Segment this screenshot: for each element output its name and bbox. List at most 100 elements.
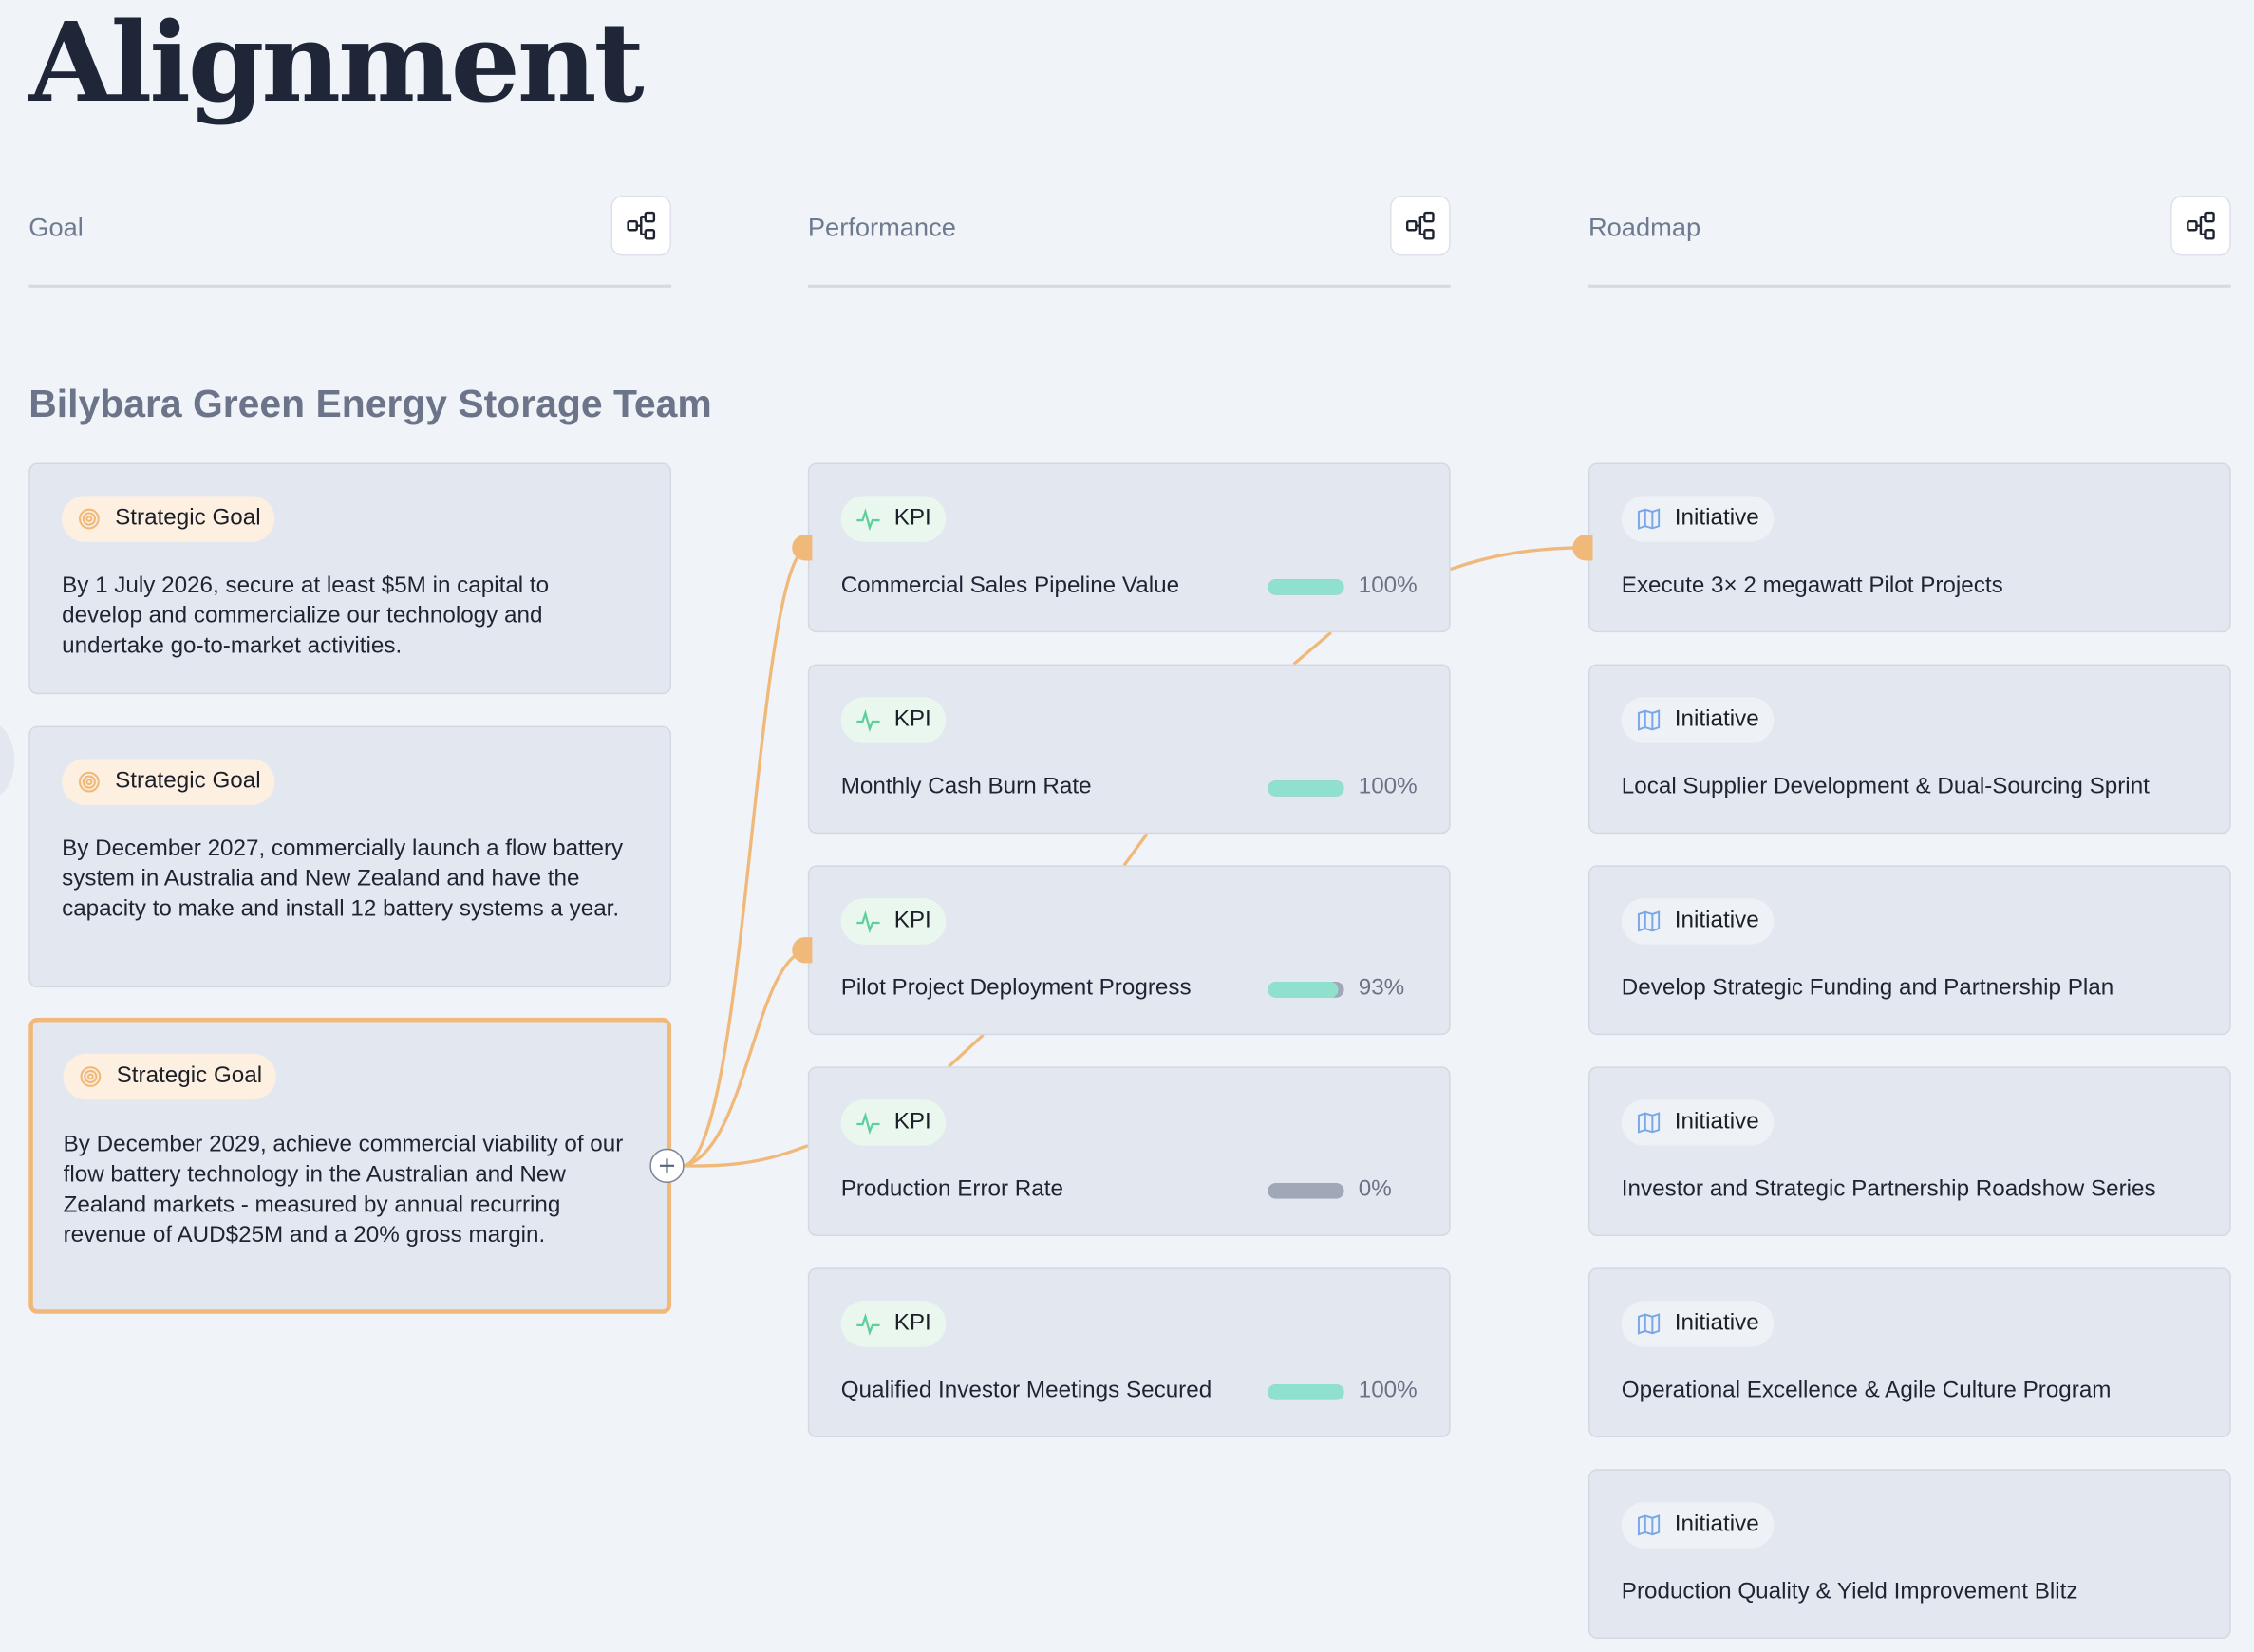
kpi-tag-label: KPI: [893, 908, 931, 933]
initiative-card[interactable]: Initiative Operational Excellence & Agil…: [1587, 1267, 2231, 1437]
map-icon: [1636, 1512, 1662, 1538]
connector-segment: [1122, 833, 1149, 867]
kpi-tag-label: KPI: [893, 505, 931, 531]
progress-bar: [1268, 579, 1344, 595]
column-header-performance: Performance: [807, 195, 1451, 288]
kpi-tag: KPI: [840, 697, 946, 743]
column-header-goal: Goal: [28, 195, 672, 288]
map-icon: [1636, 707, 1662, 733]
target-icon: [76, 506, 102, 532]
hierarchy-button-roadmap[interactable]: [2170, 195, 2231, 256]
target-icon: [78, 1063, 103, 1089]
connector-kpi1-init1: [1450, 546, 1588, 572]
pulse-icon: [855, 506, 881, 532]
column-header-roadmap: Roadmap: [1587, 195, 2231, 288]
kpi-tag: KPI: [840, 898, 946, 945]
kpi-title: Monthly Cash Burn Rate: [840, 775, 1092, 799]
column-label: Roadmap: [1587, 213, 1701, 242]
hierarchy-icon: [1405, 211, 1435, 240]
initiative-tag-label: Initiative: [1674, 505, 1759, 531]
initiative-tag-label: Initiative: [1674, 908, 1759, 933]
connector-dot: [1572, 535, 1593, 561]
connector-segment: [948, 1033, 985, 1068]
target-icon: [76, 769, 102, 795]
kpi-tag-label: KPI: [893, 706, 931, 732]
collapse-handle[interactable]: [0, 723, 15, 798]
progress-bar: [1268, 780, 1344, 797]
goal-card[interactable]: Strategic Goal By 1 July 2026, secure at…: [28, 462, 672, 695]
progress-percent: 100%: [1358, 1378, 1418, 1403]
kpi-title: Production Error Rate: [840, 1176, 1063, 1202]
map-icon: [1636, 1311, 1662, 1337]
hierarchy-button-goal[interactable]: [610, 195, 672, 256]
progress-fill: [1268, 780, 1344, 797]
pulse-icon: [855, 1110, 881, 1136]
initiative-title: Local Supplier Development & Dual-Sourci…: [1621, 775, 2150, 799]
kpi-card[interactable]: KPI Production Error Rate 0%: [807, 1066, 1451, 1237]
plus-icon: [659, 1158, 675, 1173]
column-label: Goal: [28, 213, 84, 242]
goal-tag-label: Strategic Goal: [116, 1063, 263, 1089]
pulse-icon: [855, 707, 881, 733]
initiative-card[interactable]: Initiative Execute 3× 2 megawatt Pilot P…: [1587, 462, 2231, 633]
initiative-title: Develop Strategic Funding and Partnershi…: [1621, 976, 2114, 1001]
kpi-card[interactable]: KPI Commercial Sales Pipeline Value 100%: [807, 462, 1451, 633]
progress-fill: [1268, 982, 1339, 998]
kpi-card[interactable]: KPI Pilot Project Deployment Progress 93…: [807, 865, 1451, 1036]
initiative-tag-label: Initiative: [1674, 1109, 1759, 1135]
add-connection-button[interactable]: [649, 1148, 685, 1184]
hierarchy-button-performance[interactable]: [1390, 195, 1451, 256]
kpi-card[interactable]: KPI Qualified Investor Meetings Secured …: [807, 1267, 1451, 1437]
map-icon: [1636, 506, 1662, 532]
initiative-tag-label: Initiative: [1674, 1310, 1759, 1336]
kpi-tag-label: KPI: [893, 1310, 931, 1336]
page-title: Alignment: [28, 0, 644, 127]
progress-percent: 93%: [1358, 976, 1405, 1001]
initiative-card[interactable]: Initiative Develop Strategic Funding and…: [1587, 865, 2231, 1036]
initiative-tag: Initiative: [1621, 496, 1774, 542]
kpi-card[interactable]: KPI Monthly Cash Burn Rate 100%: [807, 664, 1451, 835]
progress-fill: [1268, 579, 1344, 595]
goal-text: By December 2027, commercially launch a …: [62, 836, 624, 922]
initiative-tag-label: Initiative: [1674, 1511, 1759, 1537]
progress-percent: 100%: [1358, 573, 1418, 598]
goal-tag: Strategic Goal: [62, 496, 275, 542]
kpi-tag: KPI: [840, 496, 946, 542]
connector-dot: [792, 535, 813, 561]
kpi-tag: KPI: [840, 1099, 946, 1146]
initiative-tag: Initiative: [1621, 1099, 1774, 1146]
progress-bar: [1268, 1183, 1344, 1199]
initiative-card[interactable]: Initiative Local Supplier Development & …: [1587, 664, 2231, 835]
goal-tag: Strategic Goal: [62, 759, 275, 805]
alignment-view: Alignment Goal Performance Roadmap Bilyb…: [0, 0, 2254, 1652]
kpi-title: Pilot Project Deployment Progress: [840, 976, 1192, 1001]
goal-text: By 1 July 2026, secure at least $5M in c…: [62, 573, 550, 659]
progress-fill: [1268, 1383, 1344, 1400]
hierarchy-icon: [2187, 211, 2215, 240]
connector-goal3-kpi3: [684, 948, 809, 1168]
hierarchy-icon: [627, 211, 656, 240]
pulse-icon: [855, 1311, 881, 1337]
goal-text: By December 2029, achieve commercial via…: [63, 1133, 624, 1248]
kpi-tag-label: KPI: [893, 1109, 931, 1135]
team-name: Bilybara Green Energy Storage Team: [28, 382, 712, 426]
kpi-title: Commercial Sales Pipeline Value: [840, 573, 1180, 598]
progress-bar: [1268, 982, 1344, 998]
kpi-title: Qualified Investor Meetings Secured: [840, 1378, 1212, 1403]
pulse-icon: [855, 909, 881, 934]
connector-goal3-kpi4: [684, 1144, 809, 1168]
goal-card-selected[interactable]: Strategic Goal By December 2029, achieve…: [28, 1017, 672, 1314]
initiative-title: Production Quality & Yield Improvement B…: [1621, 1579, 2078, 1605]
initiative-title: Execute 3× 2 megawatt Pilot Projects: [1621, 573, 2003, 598]
initiative-tag: Initiative: [1621, 898, 1774, 945]
goal-card[interactable]: Strategic Goal By December 2027, commerc…: [28, 725, 672, 988]
map-icon: [1636, 909, 1662, 934]
initiative-tag: Initiative: [1621, 1301, 1774, 1347]
kpi-tag: KPI: [840, 1301, 946, 1347]
initiative-card[interactable]: Initiative Investor and Strategic Partne…: [1587, 1066, 2231, 1237]
connector-dot: [792, 937, 813, 964]
initiative-title: Investor and Strategic Partnership Roads…: [1621, 1176, 2156, 1202]
progress-percent: 0%: [1358, 1176, 1392, 1202]
initiative-card[interactable]: Initiative Production Quality & Yield Im…: [1587, 1469, 2231, 1639]
connector-goal3-kpi1: [684, 546, 809, 1168]
